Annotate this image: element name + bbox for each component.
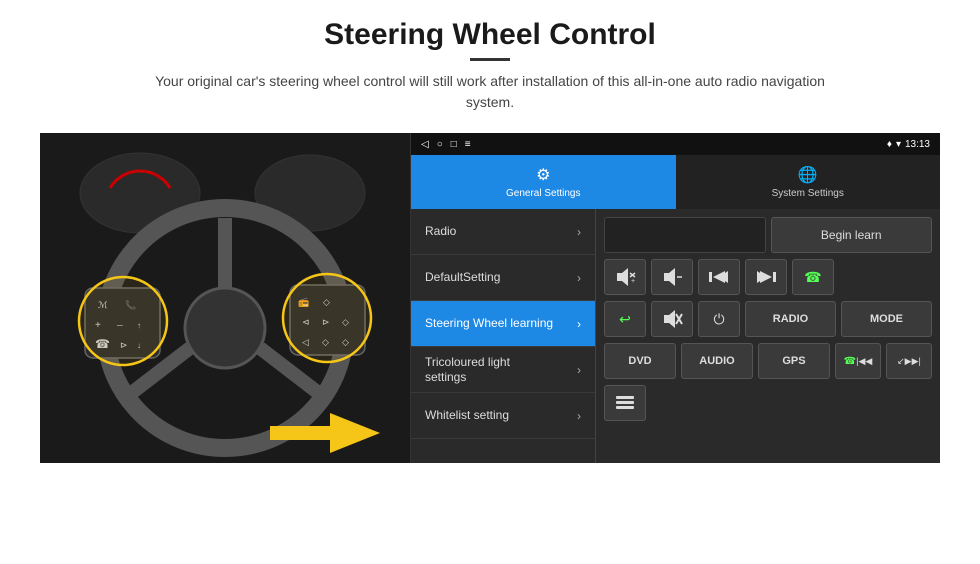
phone-button[interactable]: ☎ xyxy=(792,259,834,295)
status-bar: ◁ ○ □ ≡ ♦ ▾ 13:13 xyxy=(411,133,940,155)
empty-slot-1 xyxy=(604,217,766,253)
control-row-1: Begin learn xyxy=(604,217,932,253)
page-container: Steering Wheel Control Your original car… xyxy=(0,0,980,564)
menu-list: Radio › DefaultSetting › Steering Wheel … xyxy=(411,209,596,463)
chevron-icon-radio: › xyxy=(577,225,581,239)
page-subtitle: Your original car's steering wheel contr… xyxy=(140,71,840,113)
answer-button[interactable]: ↩ xyxy=(604,301,646,337)
control-panel: Begin learn + xyxy=(596,209,940,463)
mute-button[interactable] xyxy=(651,301,693,337)
system-settings-icon: 🌐 xyxy=(798,165,818,185)
tab-general-label: General Settings xyxy=(506,188,581,199)
home-nav-icon[interactable]: ○ xyxy=(437,139,443,150)
title-divider xyxy=(470,58,510,61)
location-icon: ♦ xyxy=(887,139,892,150)
begin-learn-button[interactable]: Begin learn xyxy=(771,217,933,253)
radio-button[interactable]: RADIO xyxy=(745,301,836,337)
general-settings-icon: ⚙ xyxy=(536,165,550,185)
power-button[interactable]: ⏻ xyxy=(698,301,740,337)
menu-item-default-setting[interactable]: DefaultSetting › xyxy=(411,255,595,301)
status-left: ◁ ○ □ ≡ xyxy=(421,139,471,150)
next-track-button[interactable] xyxy=(745,259,787,295)
status-right: ♦ ▾ 13:13 xyxy=(887,139,930,150)
chevron-icon-tricoloured: › xyxy=(577,363,581,377)
control-row-2: + ☎ xyxy=(604,259,932,295)
menu-whitelist-label: Whitelist setting xyxy=(425,408,577,422)
control-row-4: DVD AUDIO GPS ☎|◀◀ ↙▶▶| xyxy=(604,343,932,379)
wifi-icon: ▾ xyxy=(896,139,901,150)
phone-prev-button[interactable]: ☎|◀◀ xyxy=(835,343,881,379)
prev-track-button[interactable] xyxy=(698,259,740,295)
svg-text:+: + xyxy=(631,278,635,285)
tab-bar: ⚙ General Settings 🌐 System Settings xyxy=(411,155,940,209)
tab-system-settings[interactable]: 🌐 System Settings xyxy=(676,155,941,209)
menu-item-whitelist[interactable]: Whitelist setting › xyxy=(411,393,595,439)
back-nav-icon[interactable]: ◁ xyxy=(421,139,429,150)
menu-item-tricoloured[interactable]: Tricoloured lightsettings › xyxy=(411,347,595,393)
dvd-button[interactable]: DVD xyxy=(604,343,676,379)
recents-nav-icon[interactable]: □ xyxy=(451,139,457,150)
menu-default-label: DefaultSetting xyxy=(425,270,577,284)
menu-steering-label: Steering Wheel learning xyxy=(425,316,577,330)
steering-wheel-svg: ℳ 📞 + ─ ↑ ☎ ⊳ ↓ 📻 ◇ ⊲ ⊳ ◇ ◁ xyxy=(40,133,410,463)
page-title: Steering Wheel Control xyxy=(140,18,840,52)
steering-bg: ℳ 📞 + ─ ↑ ☎ ⊳ ↓ 📻 ◇ ⊲ ⊳ ◇ ◁ xyxy=(40,133,410,463)
audio-button[interactable]: AUDIO xyxy=(681,343,753,379)
vol-down-button[interactable] xyxy=(651,259,693,295)
menu-tricoloured-label: Tricoloured lightsettings xyxy=(425,355,577,384)
steering-wheel-image: ℳ 📞 + ─ ↑ ☎ ⊳ ↓ 📻 ◇ ⊲ ⊳ ◇ ◁ xyxy=(40,133,410,463)
chevron-icon-whitelist: › xyxy=(577,409,581,423)
time-display: 13:13 xyxy=(905,139,930,150)
tab-system-label: System Settings xyxy=(772,188,844,199)
menu-radio-label: Radio xyxy=(425,224,577,238)
menu-nav-icon[interactable]: ≡ xyxy=(465,139,471,150)
gps-button[interactable]: GPS xyxy=(758,343,830,379)
android-ui: ◁ ○ □ ≡ ♦ ▾ 13:13 ⚙ General Settings xyxy=(410,133,940,463)
menu-item-steering-wheel[interactable]: Steering Wheel learning › xyxy=(411,301,595,347)
chevron-icon-steering: › xyxy=(577,317,581,331)
control-row-5 xyxy=(604,385,932,421)
menu-item-radio[interactable]: Radio › xyxy=(411,209,595,255)
skip-next-button[interactable]: ↙▶▶| xyxy=(886,343,932,379)
mode-button[interactable]: MODE xyxy=(841,301,932,337)
content-row: ℳ 📞 + ─ ↑ ☎ ⊳ ↓ 📻 ◇ ⊲ ⊳ ◇ ◁ xyxy=(40,133,940,463)
vol-up-button[interactable]: + xyxy=(604,259,646,295)
tab-general-settings[interactable]: ⚙ General Settings xyxy=(411,155,676,209)
chevron-icon-default: › xyxy=(577,271,581,285)
title-section: Steering Wheel Control Your original car… xyxy=(140,18,840,125)
control-row-3: ↩ ⏻ RADIO MODE xyxy=(604,301,932,337)
list-button[interactable] xyxy=(604,385,646,421)
main-content: Radio › DefaultSetting › Steering Wheel … xyxy=(411,209,940,463)
